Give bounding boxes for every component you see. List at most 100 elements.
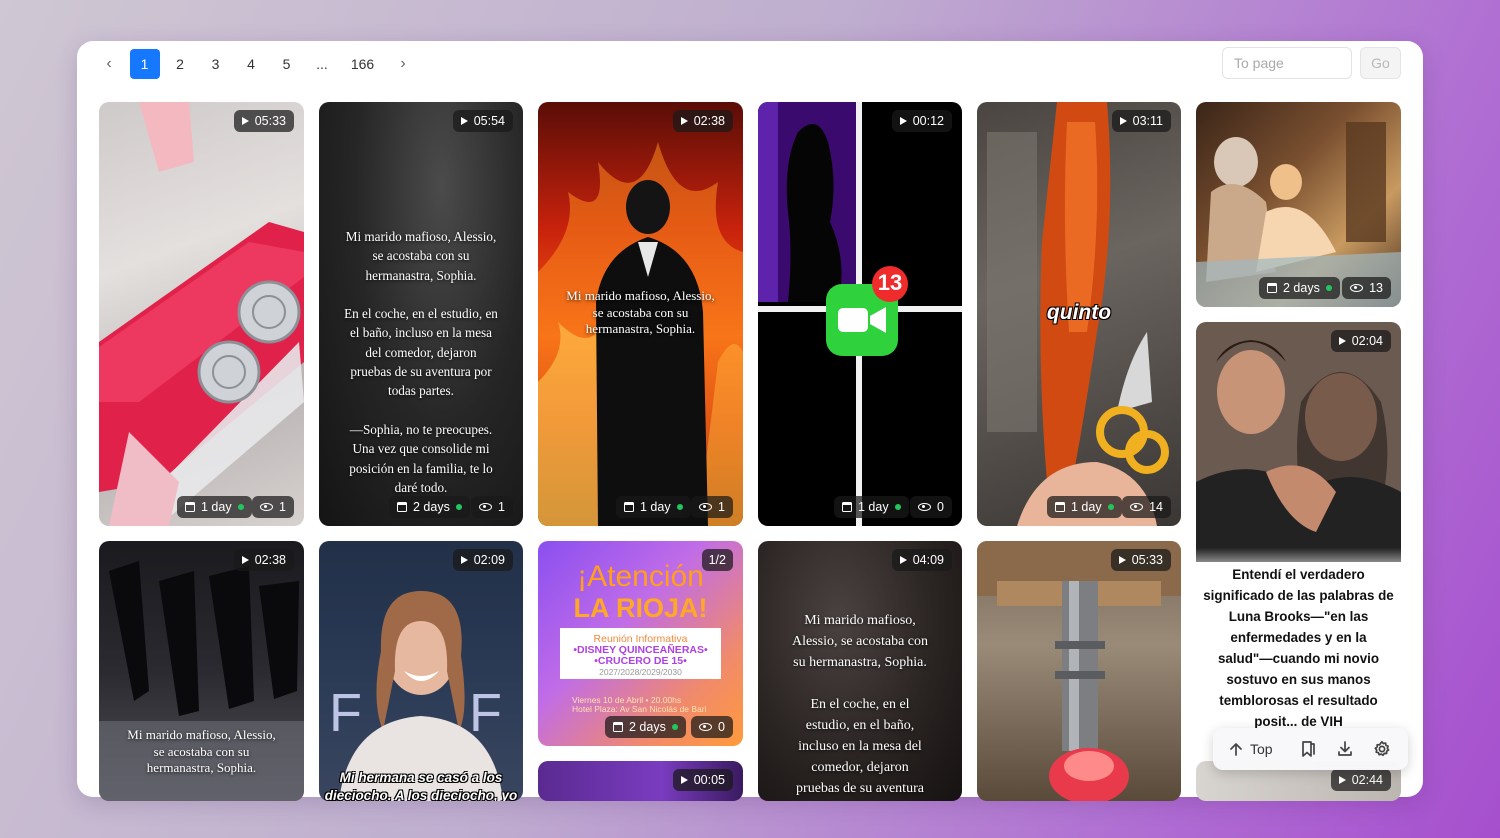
duration-badge: 00:05 bbox=[672, 769, 733, 791]
video-caption: Mi marido mafioso, Alessio, se acostaba … bbox=[791, 613, 929, 796]
age-badge: 2 days bbox=[389, 496, 470, 518]
eye-icon bbox=[918, 503, 932, 511]
age-badge: 2 days bbox=[1259, 277, 1340, 299]
calendar-icon bbox=[1055, 502, 1065, 512]
poster-venue: Hotel Plaza: Av San Nicolás de Bari bbox=[572, 704, 707, 714]
chevron-left-icon[interactable]: ‹ bbox=[94, 49, 124, 79]
online-dot-icon bbox=[237, 504, 244, 510]
calendar-icon bbox=[624, 502, 634, 512]
play-icon bbox=[899, 556, 907, 564]
play-icon bbox=[680, 776, 688, 784]
calendar-icon bbox=[842, 502, 852, 512]
page-4[interactable]: 4 bbox=[236, 49, 266, 79]
play-icon bbox=[460, 117, 468, 125]
calendar-icon bbox=[613, 722, 623, 732]
chevron-right-icon[interactable]: › bbox=[388, 49, 418, 79]
video-thumbnail bbox=[1196, 322, 1401, 562]
page-last[interactable]: 166 bbox=[343, 49, 383, 79]
eye-icon bbox=[1130, 503, 1144, 511]
video-card[interactable]: 00:05 bbox=[538, 761, 743, 801]
online-dot-icon bbox=[671, 724, 678, 730]
page-2[interactable]: 2 bbox=[165, 49, 195, 79]
page-ellipsis[interactable]: ... bbox=[307, 49, 337, 79]
play-icon bbox=[241, 556, 249, 564]
duration-badge: 02:44 bbox=[1330, 769, 1391, 791]
eye-icon bbox=[699, 723, 713, 731]
to-page-input[interactable] bbox=[1222, 47, 1352, 79]
svg-text:F: F bbox=[329, 683, 362, 743]
page-5[interactable]: 5 bbox=[272, 49, 302, 79]
views-badge: 0 bbox=[691, 716, 733, 738]
online-dot-icon bbox=[1107, 504, 1114, 510]
video-card[interactable]: Mi marido mafioso, Alessio, se acostaba … bbox=[99, 541, 304, 801]
duration-badge: 05:54 bbox=[452, 110, 513, 132]
play-icon bbox=[1119, 117, 1127, 125]
eye-icon bbox=[260, 503, 274, 511]
image-card[interactable]: 2 days 13 bbox=[1196, 102, 1401, 307]
download-button[interactable] bbox=[1330, 733, 1359, 765]
back-to-top-button[interactable]: Top bbox=[1225, 733, 1275, 765]
play-icon bbox=[460, 556, 468, 564]
svg-text:F: F bbox=[469, 683, 502, 743]
floating-toolbar: Top bbox=[1213, 728, 1408, 770]
online-dot-icon bbox=[1325, 285, 1332, 291]
arrow-up-icon bbox=[1230, 743, 1242, 756]
video-thumbnail bbox=[758, 102, 962, 526]
go-button[interactable]: Go bbox=[1360, 47, 1401, 79]
page-3[interactable]: 3 bbox=[201, 49, 231, 79]
duration-badge: 02:38 bbox=[672, 110, 733, 132]
duration-badge: 03:11 bbox=[1111, 110, 1171, 132]
age-badge: 2 days bbox=[605, 716, 686, 738]
video-card[interactable]: Mi marido mafioso, Alessio, se acostaba … bbox=[538, 102, 743, 526]
eye-icon bbox=[479, 503, 493, 511]
play-icon bbox=[241, 117, 249, 125]
video-thumbnail: F F bbox=[329, 591, 503, 801]
views-badge: 1 bbox=[471, 496, 513, 518]
video-thumbnail bbox=[99, 102, 304, 526]
calendar-icon bbox=[1267, 283, 1277, 293]
duration-badge: 05:33 bbox=[233, 110, 294, 132]
play-icon bbox=[899, 117, 907, 125]
views-badge: 14 bbox=[1122, 496, 1171, 518]
video-card[interactable]: 13 00:12 1 day 0 bbox=[758, 102, 962, 526]
calendar-icon bbox=[185, 502, 195, 512]
bookmark-icon bbox=[1302, 741, 1315, 757]
calendar-icon bbox=[397, 502, 407, 512]
video-card[interactable]: Mi marido mafioso, Alessio, se acostaba … bbox=[758, 541, 962, 801]
image-card[interactable]: ¡Atención LA RIOJA! Reunión Informativa … bbox=[538, 541, 743, 746]
duration-badge: 02:04 bbox=[1330, 330, 1391, 352]
video-card[interactable]: quinto 03:11 1 day 14 bbox=[977, 102, 1181, 526]
video-card[interactable]: Entendí el verdadero significado de las … bbox=[1196, 322, 1401, 746]
age-badge: 1 day bbox=[177, 496, 252, 518]
views-badge: 0 bbox=[910, 496, 952, 518]
eye-icon bbox=[699, 503, 713, 511]
settings-button[interactable] bbox=[1367, 733, 1396, 765]
online-dot-icon bbox=[455, 504, 462, 510]
play-icon bbox=[680, 117, 688, 125]
video-caption: Mi marido mafioso, Alessio, se acostaba … bbox=[566, 288, 715, 336]
duration-badge: 05:33 bbox=[1110, 549, 1171, 571]
online-dot-icon bbox=[676, 504, 683, 510]
video-caption: Entendí el verdadero significado de las … bbox=[1203, 567, 1394, 729]
play-icon bbox=[1338, 337, 1346, 345]
video-card[interactable]: F F Mi hermana se casó a los dieciocho. … bbox=[319, 541, 523, 801]
gallery-count-badge: 1/2 bbox=[701, 549, 733, 571]
video-thumbnail bbox=[977, 541, 1181, 801]
pagination: ‹ 1 2 3 4 5 ... 166 › bbox=[94, 49, 424, 79]
bookmark-button[interactable] bbox=[1293, 733, 1322, 765]
notification-badge: 13 bbox=[877, 270, 903, 295]
video-caption: Mi hermana se casó a los dieciocho. A lo… bbox=[324, 770, 518, 801]
gear-icon bbox=[1374, 740, 1390, 757]
views-badge: 1 bbox=[691, 496, 733, 518]
play-icon bbox=[1338, 776, 1346, 784]
video-card[interactable]: 05:33 bbox=[977, 541, 1181, 801]
duration-badge: 02:38 bbox=[233, 549, 294, 571]
play-icon bbox=[1118, 556, 1126, 564]
page-1[interactable]: 1 bbox=[129, 49, 160, 79]
eye-icon bbox=[1350, 284, 1364, 292]
video-card[interactable]: Mi marido mafioso, Alessio, se acostaba … bbox=[319, 102, 523, 526]
video-card[interactable]: 05:33 1 day 1 bbox=[99, 102, 304, 526]
age-badge: 1 day bbox=[1047, 496, 1122, 518]
poster-subtitle: LA RIOJA! bbox=[573, 593, 708, 623]
duration-badge: 00:12 bbox=[891, 110, 952, 132]
